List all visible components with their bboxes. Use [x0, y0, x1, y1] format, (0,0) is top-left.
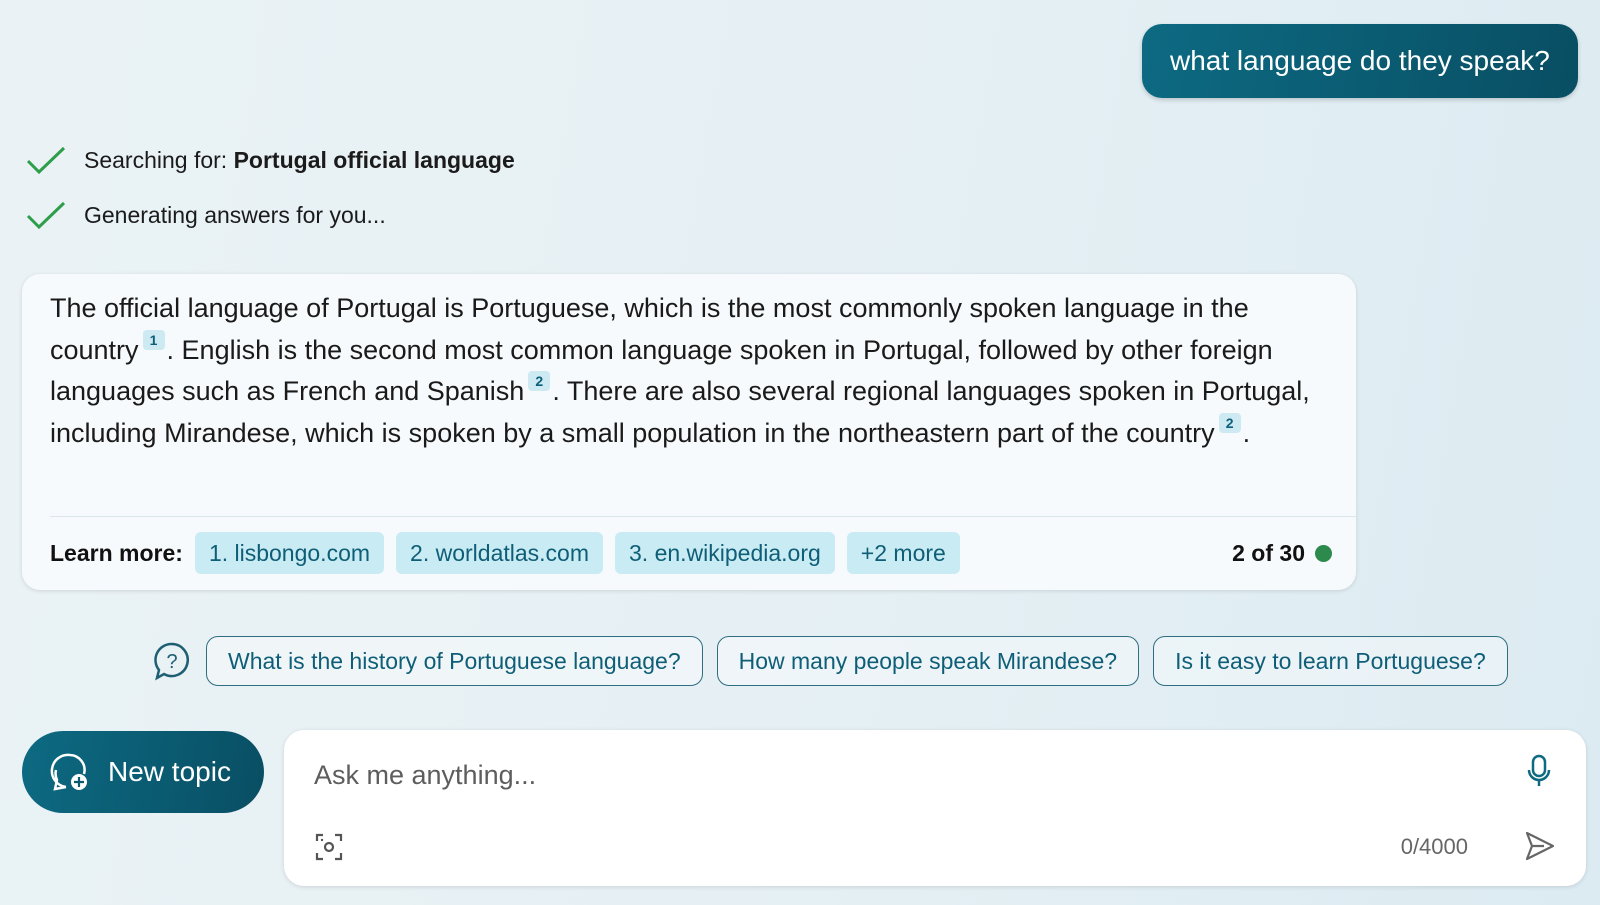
generating-text: Generating answers for you...	[84, 201, 386, 228]
learn-more-label: Learn more:	[50, 539, 183, 566]
suggestion-chip[interactable]: Is it easy to learn Portuguese?	[1153, 636, 1508, 686]
learn-more-row: Learn more: 1. lisbongo.com 2. worldatla…	[50, 532, 972, 574]
source-link[interactable]: 3. en.wikipedia.org	[615, 532, 835, 574]
answer-text: The official language of Portugal is Por…	[50, 288, 1330, 454]
source-link[interactable]: 1. lisbongo.com	[194, 532, 385, 574]
suggestion-chip[interactable]: How many people speak Mirandese?	[716, 636, 1140, 686]
answer-segment: .	[1242, 417, 1251, 448]
divider	[50, 516, 1356, 517]
citation-badge[interactable]: 2	[528, 371, 551, 391]
svg-text:?: ?	[166, 651, 177, 673]
answer-card: The official language of Portugal is Por…	[22, 274, 1356, 590]
status-searching: Searching for: Portugal official languag…	[26, 146, 515, 174]
response-count: 2 of 30	[1232, 532, 1332, 574]
status-dot	[1315, 544, 1332, 562]
citation-badge[interactable]: 1	[142, 329, 165, 350]
camera-scan-icon[interactable]	[314, 832, 344, 862]
char-counter: 0/4000	[1400, 834, 1468, 859]
chat-input-box: 0/4000	[284, 730, 1586, 886]
status-generating: Generating answers for you...	[26, 201, 386, 229]
question-bubble-icon: ?	[154, 642, 189, 681]
searching-prefix: Searching for:	[84, 146, 228, 173]
new-topic-button[interactable]: New topic	[22, 731, 264, 813]
check-icon	[26, 146, 66, 174]
more-sources-button[interactable]: +2 more	[846, 532, 960, 574]
new-topic-label: New topic	[108, 756, 231, 787]
microphone-icon[interactable]	[1526, 754, 1552, 788]
citation-badge[interactable]: 2	[1218, 412, 1241, 433]
chat-input[interactable]	[312, 752, 1466, 798]
send-icon[interactable]	[1524, 830, 1556, 862]
response-count-text: 2 of 30	[1232, 539, 1305, 566]
suggestions-row: ? What is the history of Portuguese lang…	[152, 636, 1522, 686]
searching-query: Portugal official language	[233, 146, 515, 173]
source-link[interactable]: 2. worldatlas.com	[396, 532, 603, 574]
user-message-text: what language do they speak?	[1170, 45, 1550, 76]
new-chat-icon	[50, 753, 87, 791]
suggestion-chip[interactable]: What is the history of Portuguese langua…	[206, 636, 703, 686]
user-message-bubble: what language do they speak?	[1142, 24, 1578, 98]
check-icon	[26, 201, 66, 229]
